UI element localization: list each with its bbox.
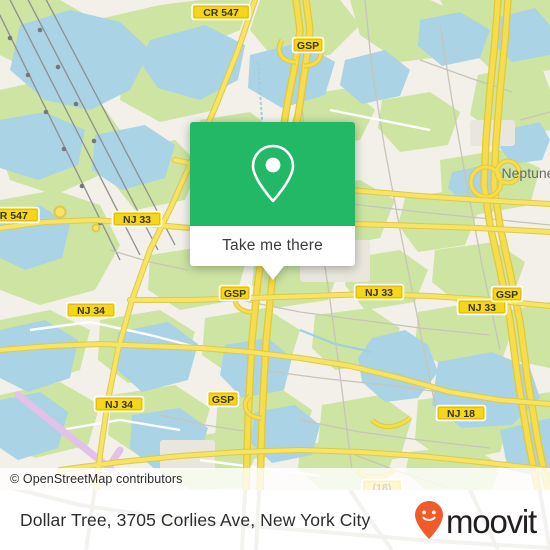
road-shield-label: GSP: [297, 40, 319, 52]
road-shield-label: GSP: [496, 289, 518, 301]
road-shield-label: NJ 33: [468, 302, 496, 314]
moovit-smiley-pin-icon: [414, 500, 444, 540]
map-pin-icon: [249, 143, 297, 205]
popup-header: [190, 122, 355, 226]
osm-attribution: © OpenStreetMap contributors: [0, 468, 550, 490]
road-shield: CR 547: [191, 3, 251, 21]
road-shield-label: GSP: [224, 288, 246, 300]
road-shield: GSP: [206, 390, 240, 408]
road-shield-label: NJ 33: [123, 214, 151, 226]
road-shield: NJ 33: [353, 283, 405, 301]
moovit-logo[interactable]: moovit: [414, 500, 537, 540]
popup-pointer: [261, 266, 284, 280]
road-shield: NJ 18: [435, 404, 487, 422]
road-shield: NJ 33: [111, 210, 163, 228]
road-shield: NJ 34: [65, 301, 117, 319]
location-title: Dollar Tree, 3705 Corlies Ave, New York …: [20, 509, 371, 530]
map-place-labels: Neptune: [502, 165, 550, 181]
road-shield: GSP: [291, 36, 325, 54]
moovit-wordmark: moovit: [446, 502, 537, 540]
road-shield: CR 547: [0, 206, 40, 224]
road-shield: NJ 34: [93, 395, 145, 413]
road-shield-label: CR 547: [0, 210, 28, 222]
road-shield: GSP: [218, 284, 252, 302]
road-shield-label: GSP: [212, 394, 234, 406]
road-shield: GSP: [490, 285, 524, 303]
road-shield-label: NJ 33: [365, 287, 393, 299]
road-shield-label: NJ 34: [105, 399, 133, 411]
footer-bar: Dollar Tree, 3705 Corlies Ave, New York …: [0, 490, 550, 550]
road-shield-label: CR 547: [203, 7, 239, 19]
map-screenshot: Neptune CR 547GSPCR 547NJ 33GSPNJ 33NJ 3…: [0, 0, 550, 550]
road-shield-label: NJ 18: [447, 408, 475, 420]
road-shield-label: NJ 34: [77, 305, 105, 317]
location-popup-card[interactable]: Take me there: [190, 122, 355, 280]
take-me-there-button[interactable]: Take me there: [190, 226, 355, 266]
map-place-label: Neptune: [502, 165, 550, 181]
